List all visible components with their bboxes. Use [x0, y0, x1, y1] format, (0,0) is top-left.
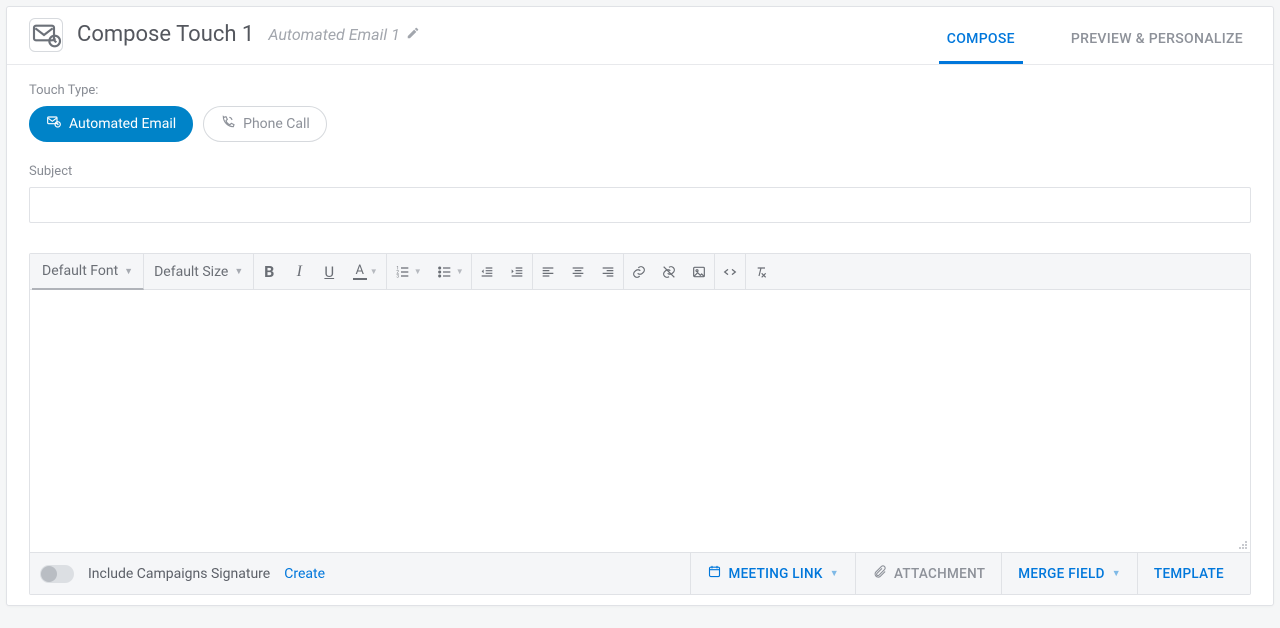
editor-footer: Include Campaigns Signature Create MEETI… — [30, 552, 1250, 594]
footer-right: MEETING LINK ▼ ATTACHMENT MERGE FIELD ▼ — [690, 553, 1240, 594]
header-left: Compose Touch 1 Automated Email 1 — [29, 18, 420, 64]
insert-image-button[interactable] — [684, 254, 714, 289]
outdent-button[interactable] — [472, 254, 502, 289]
signature-toggle[interactable] — [40, 565, 74, 583]
tab-preview[interactable]: PREVIEW & PERSONALIZE — [1063, 17, 1251, 64]
bold-button[interactable]: B — [254, 254, 284, 289]
meeting-link-label: MEETING LINK — [729, 566, 823, 582]
indent-button[interactable] — [502, 254, 532, 289]
resize-grip-icon[interactable] — [1236, 538, 1248, 550]
template-button[interactable]: TEMPLATE — [1137, 553, 1240, 594]
attachment-label: ATTACHMENT — [894, 566, 985, 582]
chevron-down-icon: ▼ — [414, 267, 422, 276]
editor-toolbar: Default Font ▼ Default Size ▼ B I U — [30, 254, 1250, 290]
insert-link-button[interactable] — [624, 254, 654, 289]
tab-compose[interactable]: COMPOSE — [939, 17, 1023, 64]
ordered-list-button[interactable]: 123 ▼ — [387, 254, 429, 289]
font-size-label: Default Size — [154, 264, 228, 280]
unordered-list-button[interactable]: ▼ — [429, 254, 471, 289]
touch-type-label: Touch Type: — [29, 83, 1251, 98]
align-right-button[interactable] — [593, 254, 623, 289]
touch-type-automated-email[interactable]: Automated Email — [29, 106, 193, 142]
create-signature-link[interactable]: Create — [284, 566, 325, 582]
header-tabs: COMPOSE PREVIEW & PERSONALIZE — [939, 17, 1251, 64]
footer-left: Include Campaigns Signature Create — [40, 565, 325, 583]
edit-name-icon[interactable] — [406, 26, 420, 44]
phone-icon — [220, 114, 236, 134]
subtitle-group[interactable]: Automated Email 1 — [268, 25, 419, 44]
chevron-down-icon: ▼ — [830, 568, 839, 579]
chevron-down-icon: ▼ — [234, 266, 243, 277]
subject-input[interactable] — [29, 187, 1251, 223]
subject-label: Subject — [29, 164, 1251, 179]
touch-type-phone-call-label: Phone Call — [243, 116, 310, 132]
touch-type-phone-call[interactable]: Phone Call — [203, 106, 327, 142]
subtitle-text: Automated Email 1 — [268, 25, 399, 44]
email-clock-icon — [46, 114, 62, 134]
merge-field-label: MERGE FIELD — [1018, 566, 1104, 582]
template-label: TEMPLATE — [1154, 566, 1224, 582]
editor-content-area[interactable] — [30, 290, 1250, 552]
font-family-label: Default Font — [42, 263, 118, 279]
compose-panel: Compose Touch 1 Automated Email 1 COMPOS… — [6, 6, 1274, 606]
font-family-select[interactable]: Default Font ▼ — [32, 254, 144, 290]
panel-body: Touch Type: Automated Email — [7, 65, 1273, 605]
merge-field-button[interactable]: MERGE FIELD ▼ — [1001, 553, 1137, 594]
attachment-button[interactable]: ATTACHMENT — [855, 553, 1001, 594]
signature-label: Include Campaigns Signature — [88, 566, 270, 582]
font-color-button[interactable]: A ▼ — [344, 254, 386, 289]
panel-header: Compose Touch 1 Automated Email 1 COMPOS… — [7, 7, 1273, 65]
meeting-link-button[interactable]: MEETING LINK ▼ — [690, 553, 855, 594]
underline-button[interactable]: U — [314, 254, 344, 289]
touch-email-icon — [29, 18, 63, 52]
clear-formatting-button[interactable] — [746, 254, 776, 289]
font-size-select[interactable]: Default Size ▼ — [144, 254, 254, 289]
rich-text-editor: Default Font ▼ Default Size ▼ B I U — [29, 253, 1251, 595]
page-title: Compose Touch 1 — [77, 22, 254, 47]
align-center-button[interactable] — [563, 254, 593, 289]
remove-link-button[interactable] — [654, 254, 684, 289]
chevron-down-icon: ▼ — [124, 266, 133, 277]
touch-type-row: Automated Email Phone Call — [29, 106, 1251, 142]
chevron-down-icon: ▼ — [370, 267, 378, 276]
touch-type-automated-email-label: Automated Email — [69, 116, 176, 132]
chevron-down-icon: ▼ — [1112, 568, 1121, 579]
svg-text:3: 3 — [396, 273, 399, 279]
italic-button[interactable]: I — [284, 254, 314, 289]
code-view-button[interactable] — [715, 254, 745, 289]
align-left-button[interactable] — [533, 254, 563, 289]
attachment-icon — [872, 564, 887, 583]
calendar-icon — [707, 564, 722, 583]
chevron-down-icon: ▼ — [456, 267, 464, 276]
